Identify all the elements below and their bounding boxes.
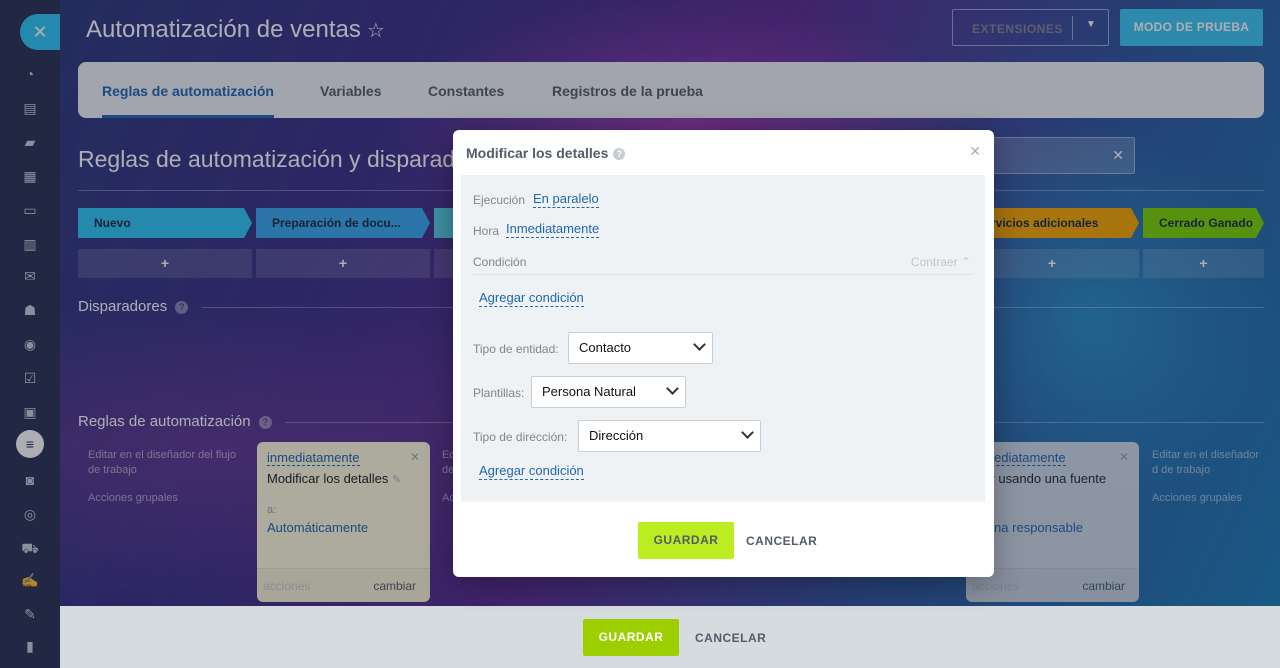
entity-type-value: Contacto <box>579 340 632 355</box>
bottom-action-bar: GUARDAR CANCELAR <box>60 606 1280 668</box>
address-type-value: Dirección <box>589 428 644 443</box>
add-condition-link[interactable]: Agregar condición <box>479 463 584 480</box>
condition-label: Condición <box>473 255 527 269</box>
entity-type-label: Tipo de entidad: <box>473 342 559 356</box>
address-type-select[interactable]: Dirección <box>578 420 761 452</box>
chevron-down-icon <box>741 426 754 439</box>
time-label: Hora <box>473 224 500 238</box>
dialog-body: Ejecución En paralelo Hora Inmediatament… <box>461 175 985 502</box>
collapse-label: Contraer <box>910 255 958 269</box>
dialog-title: Modificar los detalles? <box>466 145 626 161</box>
entity-type-select[interactable]: Contacto <box>568 332 713 364</box>
divider <box>473 274 973 275</box>
chevron-down-icon <box>666 382 679 395</box>
address-type-label: Tipo de dirección: <box>473 430 568 444</box>
chevron-up-icon: ⌃ <box>960 255 971 269</box>
save-button[interactable]: GUARDAR <box>638 522 734 559</box>
templates-label: Plantillas: <box>473 386 525 400</box>
save-button[interactable]: GUARDAR <box>583 619 679 656</box>
add-condition-link[interactable]: Agregar condición <box>479 290 584 307</box>
close-icon[interactable]: ✕ <box>969 143 981 160</box>
dialog-title-text: Modificar los detalles <box>466 145 609 161</box>
execution-mode-link[interactable]: En paralelo <box>533 191 599 208</box>
time-link[interactable]: Inmediatamente <box>506 221 600 238</box>
cancel-button[interactable]: CANCELAR <box>695 631 766 645</box>
chevron-down-icon <box>693 338 706 351</box>
cancel-button[interactable]: CANCELAR <box>746 534 817 548</box>
collapse-toggle[interactable]: Contraer ⌃ <box>911 255 971 269</box>
templates-select[interactable]: Persona Natural <box>531 376 686 408</box>
edit-details-dialog: Modificar los detalles? ✕ Ejecución En p… <box>453 130 994 577</box>
execution-label: Ejecución <box>473 193 526 207</box>
templates-value: Persona Natural <box>542 384 636 399</box>
help-icon[interactable]: ? <box>613 148 626 161</box>
